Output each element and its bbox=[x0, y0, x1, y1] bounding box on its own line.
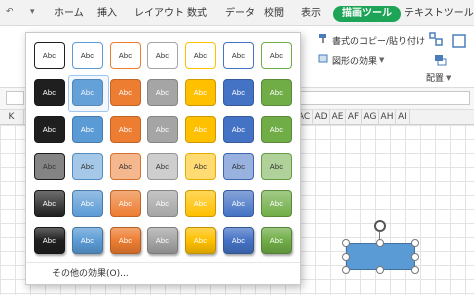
style-swatch-gold-solid[interactable]: Abc bbox=[185, 79, 216, 106]
style-swatch-light-blue-solid[interactable]: Abc bbox=[72, 116, 103, 143]
more-effects-menu-item[interactable]: その他の効果(O)... bbox=[52, 267, 129, 281]
style-swatch-gold-solid[interactable]: Abc bbox=[185, 116, 216, 143]
tab-drawing-tools[interactable]: 描画ツール bbox=[333, 6, 401, 22]
column-header[interactable]: AE bbox=[330, 110, 346, 125]
style-swatch-gray-outline[interactable]: Abc bbox=[147, 42, 178, 69]
column-header[interactable]: AD bbox=[313, 110, 330, 125]
arrange-icon[interactable] bbox=[434, 54, 447, 67]
style-swatch-green-outline[interactable]: Abc bbox=[261, 42, 292, 69]
style-swatch-gold-outline[interactable]: Abc bbox=[185, 42, 216, 69]
style-swatch-green-solid[interactable]: Abc bbox=[261, 116, 292, 143]
style-swatch-black-gradient[interactable]: Abc bbox=[34, 190, 65, 217]
style-swatch-gold-glossy[interactable]: Abc bbox=[185, 227, 216, 254]
style-swatch-black-outline[interactable]: Abc bbox=[34, 42, 65, 69]
resize-handle-left[interactable] bbox=[342, 253, 350, 261]
chevron-down-icon: ▼ bbox=[379, 56, 385, 64]
format-painter-button[interactable]: 書式のコピー/貼り付け bbox=[318, 33, 425, 47]
style-swatch-gold-gradient[interactable]: Abc bbox=[185, 190, 216, 217]
gallery-separator bbox=[26, 262, 300, 263]
column-header[interactable]: AF bbox=[346, 110, 362, 125]
style-swatch-gray-light[interactable]: Abc bbox=[147, 153, 178, 180]
arrange-button[interactable]: 配置 ▼ bbox=[426, 71, 452, 85]
style-swatch-green-light[interactable]: Abc bbox=[261, 153, 292, 180]
format-painter-label: 書式のコピー/貼り付け bbox=[332, 36, 426, 47]
column-header[interactable]: AG bbox=[362, 110, 379, 125]
undo-icon[interactable]: ↶ bbox=[6, 7, 14, 17]
rotate-handle-icon[interactable] bbox=[374, 220, 386, 232]
style-swatch-green-gradient[interactable]: Abc bbox=[261, 190, 292, 217]
style-swatch-blue-outline[interactable]: Abc bbox=[223, 42, 254, 69]
style-swatch-light-blue-gradient[interactable]: Abc bbox=[72, 190, 103, 217]
style-swatch-blue-glossy[interactable]: Abc bbox=[223, 227, 254, 254]
style-swatch-orange-solid[interactable]: Abc bbox=[110, 116, 141, 143]
style-swatch-blue-light[interactable]: Abc bbox=[223, 153, 254, 180]
group-icon[interactable] bbox=[452, 34, 466, 48]
style-swatch-blue-gradient[interactable]: Abc bbox=[223, 190, 254, 217]
ribbon-tab-bar: ↶ ▾ ホーム 挿入 レイアウト 数式 データ 校閲 表示 描画ツール テキスト… bbox=[0, 0, 474, 26]
tab-text-tools[interactable]: テキストツール bbox=[404, 6, 474, 22]
style-swatch-black-solid[interactable]: Abc bbox=[34, 116, 65, 143]
resize-handle-bottom-right[interactable] bbox=[411, 266, 419, 274]
style-swatch-orange-light[interactable]: Abc bbox=[110, 153, 141, 180]
resize-handle-bottom-left[interactable] bbox=[342, 266, 350, 274]
style-swatch-gray-glossy[interactable]: Abc bbox=[147, 227, 178, 254]
style-swatch-green-solid[interactable]: Abc bbox=[261, 79, 292, 106]
column-header[interactable]: K bbox=[0, 110, 24, 125]
tab-view[interactable]: 表示 bbox=[301, 6, 321, 22]
style-swatch-light-blue-light[interactable]: Abc bbox=[72, 153, 103, 180]
name-box[interactable] bbox=[6, 91, 24, 105]
shape-effects-button[interactable]: 図形の効果 ▼ bbox=[318, 53, 384, 67]
style-swatch-black-glossy[interactable]: Abc bbox=[34, 227, 65, 254]
style-swatch-light-blue-glossy[interactable]: Abc bbox=[72, 227, 103, 254]
style-swatch-gray-solid[interactable]: Abc bbox=[147, 79, 178, 106]
style-swatch-black-light[interactable]: Abc bbox=[34, 153, 65, 180]
style-swatch-black-solid[interactable]: Abc bbox=[34, 79, 65, 106]
arrange-label: 配置 bbox=[426, 74, 445, 84]
resize-handle-top-left[interactable] bbox=[342, 239, 350, 247]
shape-effects-icon bbox=[318, 53, 329, 67]
style-swatch-light-blue-outline[interactable]: Abc bbox=[72, 42, 103, 69]
resize-handle-right[interactable] bbox=[411, 253, 419, 261]
style-swatch-gray-solid[interactable]: Abc bbox=[147, 116, 178, 143]
style-swatch-orange-outline[interactable]: Abc bbox=[110, 42, 141, 69]
style-swatch-orange-gradient[interactable]: Abc bbox=[110, 190, 141, 217]
resize-handle-top[interactable] bbox=[376, 239, 384, 247]
style-swatch-gray-gradient[interactable]: Abc bbox=[147, 190, 178, 217]
shape-effects-label: 図形の効果 bbox=[332, 56, 378, 67]
style-swatch-light-blue-solid[interactable]: Abc bbox=[68, 75, 109, 112]
column-header[interactable]: AH bbox=[379, 110, 396, 125]
tab-layout[interactable]: レイアウト bbox=[134, 6, 184, 22]
align-icon[interactable] bbox=[428, 31, 444, 47]
resize-handle-top-right[interactable] bbox=[411, 239, 419, 247]
arrange-chevron-icon: ▼ bbox=[446, 73, 452, 82]
style-swatch-blue-solid[interactable]: Abc bbox=[223, 116, 254, 143]
tab-home[interactable]: ホーム bbox=[54, 6, 84, 22]
tab-data[interactable]: データ bbox=[225, 6, 255, 22]
tab-formulas[interactable]: 数式 bbox=[187, 6, 207, 22]
tab-insert[interactable]: 挿入 bbox=[97, 6, 117, 22]
quick-access-dropdown-icon[interactable]: ▾ bbox=[30, 7, 35, 17]
formula-input[interactable] bbox=[300, 91, 470, 105]
style-swatch-orange-solid[interactable]: Abc bbox=[110, 79, 141, 106]
style-swatch-gold-light[interactable]: Abc bbox=[185, 153, 216, 180]
resize-handle-bottom[interactable] bbox=[376, 266, 384, 274]
tab-review[interactable]: 校閲 bbox=[264, 6, 284, 22]
column-header[interactable]: AI bbox=[396, 110, 410, 125]
style-swatch-blue-solid[interactable]: Abc bbox=[223, 79, 254, 106]
style-swatch-orange-glossy[interactable]: Abc bbox=[110, 227, 141, 254]
style-swatch-green-glossy[interactable]: Abc bbox=[261, 227, 292, 254]
shape-style-gallery: Abc Abc Abc Abc Abc Abc Abc Abc Abc Abc Abc Abc Abc A… bbox=[25, 32, 301, 285]
format-painter-icon bbox=[318, 33, 329, 47]
